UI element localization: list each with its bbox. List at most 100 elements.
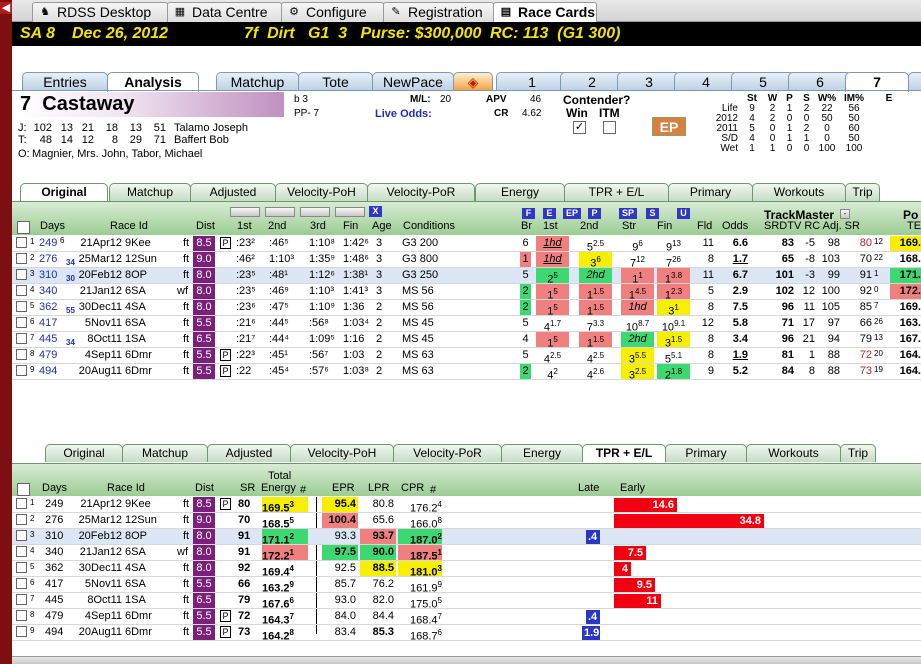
filter-button[interactable]: SP: [619, 208, 637, 219]
row-checkbox[interactable]: [16, 578, 27, 589]
tab-original[interactable]: Original: [45, 444, 123, 462]
table-row[interactable]: 1 249 6 21Apr12 9Kee ft 8.5 P:23²:46⁵ 1:10⁸ 1:42⁶…: [12, 236, 921, 254]
row-checkbox[interactable]: [16, 333, 27, 344]
tab-workouts[interactable]: Workouts: [752, 183, 846, 201]
x-button[interactable]: X: [369, 206, 382, 217]
table-row[interactable]: 3 310 20Feb12 8OP ft 8.0 91 171.12 93.3 93.7 187.0…: [12, 529, 921, 547]
tab-rdss-desktop[interactable]: ♞ RDSS Desktop: [32, 2, 168, 22]
row-checkbox[interactable]: [16, 562, 27, 573]
row-checkbox[interactable]: [16, 610, 27, 621]
table-row[interactable]: 8 479 4Sep11 6Dmr ft 5.5 P 72 164.37 84.0 84.4 168.…: [12, 609, 921, 627]
row-checkbox[interactable]: [16, 349, 27, 360]
tpr-select-all-checkbox[interactable]: [17, 483, 30, 496]
row-checkbox[interactable]: [16, 317, 27, 328]
filter-button[interactable]: E: [543, 208, 556, 219]
tab-horse-2[interactable]: 2: [560, 72, 624, 91]
tab-matchup[interactable]: Matchup: [122, 444, 208, 462]
tab-velocity-poh[interactable]: Velocity-PoH: [275, 183, 368, 201]
tab-adjusted[interactable]: Adjusted: [207, 444, 291, 462]
table-row[interactable]: 1 249 21Apr12 9Kee ft 8.5 P 80 169.53 95.4 80.8 176…: [12, 497, 921, 515]
tab-primary[interactable]: Primary: [668, 183, 753, 201]
row-checkbox[interactable]: [16, 530, 27, 541]
tab-data-centre[interactable]: ▦ Data Centre: [167, 2, 282, 22]
tab-registration[interactable]: ✎ Registration: [383, 2, 494, 22]
table-row[interactable]: 9 494 20Aug11 6Dmr ft 5.5 P 73 164.28 83.4 85.3 168…: [12, 625, 921, 643]
tab-horse-5[interactable]: 5: [731, 72, 795, 91]
column-button[interactable]: [300, 207, 330, 217]
row-checkbox[interactable]: [16, 514, 27, 525]
tab-original[interactable]: Original: [20, 183, 108, 201]
table-row[interactable]: 4 340 21Jan12 6SA wf 8.0 91 172.21 97.5 90.0 187.5…: [12, 545, 921, 563]
ep-badge[interactable]: EP: [652, 117, 686, 136]
back-arrow-icon[interactable]: ◀: [0, 2, 12, 14]
filter-button[interactable]: EP: [563, 208, 581, 219]
tab-horse-1[interactable]: 1: [496, 72, 568, 91]
break-position: 4: [522, 333, 529, 345]
row-checkbox[interactable]: [16, 365, 27, 376]
itm-checkbox[interactable]: [603, 121, 616, 134]
tab-primary[interactable]: Primary: [665, 444, 747, 462]
row-checkbox[interactable]: [16, 237, 27, 248]
table-row[interactable]: 2 276 34 25Mar12 12Sun ft 9.0:46² 1:10³ 1:35⁹ 1:4…: [12, 252, 921, 270]
tab-entries[interactable]: Entries: [22, 72, 108, 91]
tab-velocity-por[interactable]: Velocity-PoR: [367, 183, 475, 201]
adjusted-sr: 70: [859, 253, 872, 265]
row-checkbox[interactable]: [16, 269, 27, 280]
tab-analysis[interactable]: Analysis: [107, 72, 199, 92]
tab-matchup[interactable]: Matchup: [216, 72, 299, 91]
row-checkbox[interactable]: [16, 253, 27, 264]
table-row[interactable]: 4 340 21Jan12 6SA wf 8.0:23⁵:46⁹ 1:10³ 1:41³ 3 MS…: [12, 284, 921, 302]
win-checkbox[interactable]: ✓: [573, 121, 586, 134]
row-checkbox[interactable]: [16, 626, 27, 637]
bottom-scrollbar[interactable]: [12, 656, 921, 664]
select-all-checkbox[interactable]: [17, 221, 30, 234]
table-row[interactable]: 7 445 8Oct11 1SA ft 6.5 79 167.66 93.0 82.0 175.05…: [12, 593, 921, 611]
row-checkbox[interactable]: [16, 301, 27, 312]
row-checkbox[interactable]: [16, 498, 27, 509]
tab-energy[interactable]: Energy: [475, 183, 565, 201]
tab-matchup[interactable]: Matchup: [109, 183, 191, 201]
tab-tpr-e-l[interactable]: TPR + E/L: [582, 444, 666, 462]
tab-newpace[interactable]: NewPace: [372, 72, 454, 91]
row-checkbox[interactable]: [16, 285, 27, 296]
table-row[interactable]: 5 362 55 30Dec11 4SA ft 8.0:23⁶:47⁵ 1:10⁹ 1:36 2 M…: [12, 300, 921, 318]
tab-race-cards[interactable]: ▤ Race Cards: [493, 2, 597, 23]
tab-configure[interactable]: ⚙ Configure: [281, 2, 384, 22]
table-row[interactable]: 6 417 5Nov11 6SA ft 5.5 66 163.29 85.7 76.2 161.99…: [12, 577, 921, 595]
tab-velocity-por[interactable]: Velocity-PoR: [393, 444, 502, 462]
tab-tpr-e-l[interactable]: TPR + E/L: [564, 183, 669, 201]
row-checkbox[interactable]: [16, 546, 27, 557]
table-row[interactable]: 2 276 25Mar12 12Sun ft 9.0 70 168.55 100.4 65.6 16…: [12, 513, 921, 531]
tab-tote[interactable]: Tote: [298, 72, 373, 91]
race-date: 30Dec11: [78, 301, 122, 313]
tab-energy[interactable]: Energy: [501, 444, 583, 462]
filter-button[interactable]: U: [677, 208, 690, 219]
tab-adjusted[interactable]: Adjusted: [190, 183, 276, 201]
column-button[interactable]: [230, 207, 260, 217]
table-row[interactable]: 3 310 30 20Feb12 8OP ft 8.0:23⁵:48¹ 1:12⁶ 1:38¹ 3…: [12, 268, 921, 286]
tab-velocity-poh[interactable]: Velocity-PoH: [290, 444, 394, 462]
table-row[interactable]: 9 494 20Aug11 6Dmr ft 5.5 P:22:45⁴:57⁶ 1:03⁸ 2 MS…: [12, 364, 921, 382]
column-button[interactable]: [265, 207, 295, 217]
table-row[interactable]: 5 362 30Dec11 4SA ft 8.0 92 169.44 92.5 88.5 181.0…: [12, 561, 921, 579]
tab-workouts[interactable]: Workouts: [746, 444, 841, 462]
column-button[interactable]: [335, 207, 365, 217]
collapse-button[interactable]: -: [840, 209, 850, 219]
tab-trip[interactable]: Trip: [845, 183, 880, 201]
tab-trip[interactable]: Trip: [840, 444, 876, 462]
tab-horse-7[interactable]: 7: [845, 72, 909, 92]
row-number: 3: [30, 530, 35, 539]
table-row[interactable]: 8 479 4Sep11 6Dmr ft 5.5 P:22³:45¹:56⁷ 1:03 2 MS …: [12, 348, 921, 366]
surface: ft: [183, 610, 190, 622]
table-row[interactable]: 7 445 34 8Oct11 1SA ft 6.5:21⁷:44⁴ 1:09⁵ 1:16 2 MS…: [12, 332, 921, 350]
tab-horse-4[interactable]: 4: [674, 72, 738, 91]
filter-button[interactable]: P: [588, 208, 601, 219]
tab-horse-8[interactable]: [908, 72, 921, 91]
table-row[interactable]: 6 417 5Nov11 6SA ft 5.5:21⁶:44⁵:56⁸ 1:03⁴ 2 MS 4…: [12, 316, 921, 334]
tab-horse-6[interactable]: 6: [788, 72, 852, 91]
row-checkbox[interactable]: [16, 594, 27, 605]
filter-button[interactable]: F: [522, 208, 535, 219]
pace-diagram-icon[interactable]: ◈: [453, 72, 493, 91]
tab-horse-3[interactable]: 3: [617, 72, 681, 91]
filter-button[interactable]: S: [646, 208, 659, 219]
